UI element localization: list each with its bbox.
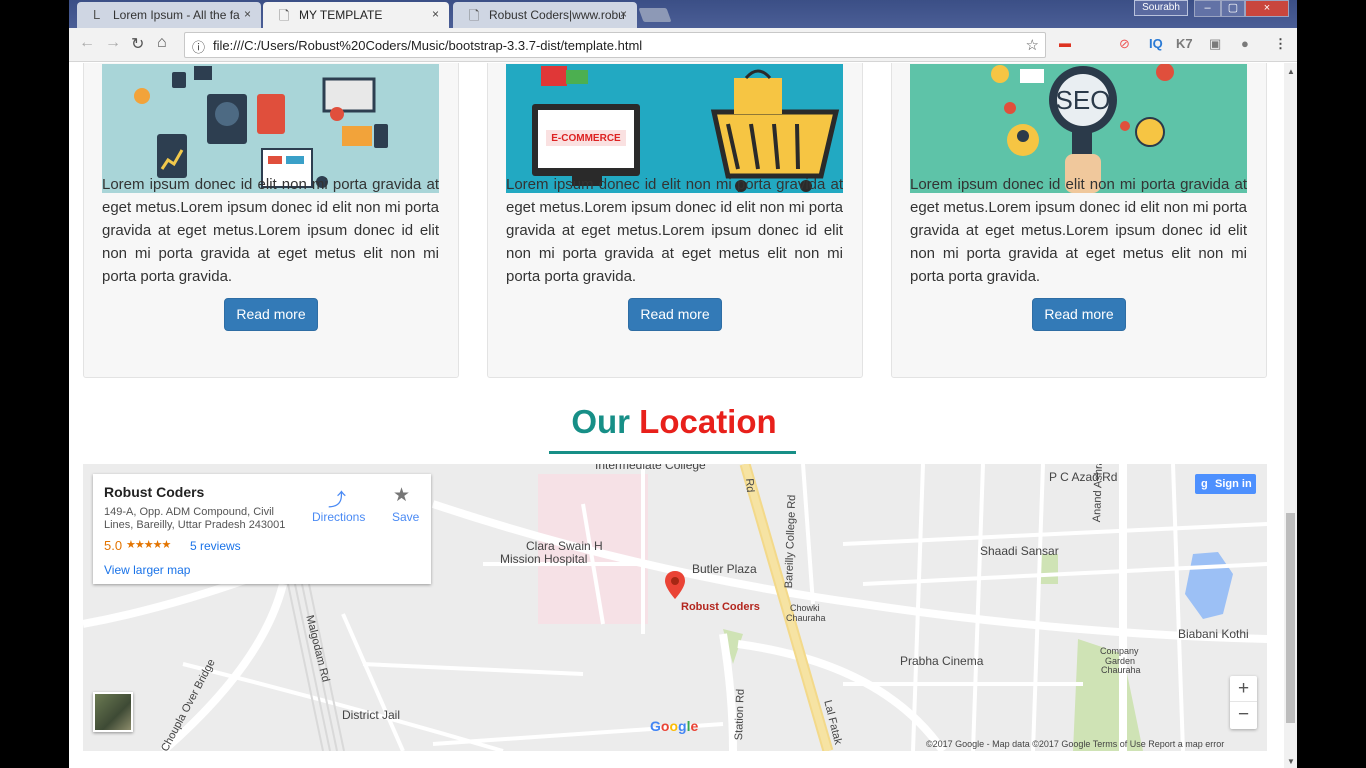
extension-box-icon[interactable]: ▣ — [1209, 36, 1221, 52]
page-scrollbar[interactable]: ▲ ▼ — [1284, 63, 1297, 768]
scroll-up-icon[interactable]: ▲ — [1287, 67, 1295, 76]
service-card: Lorem ipsum donec id elit non mi porta g… — [83, 63, 459, 378]
scrollbar-thumb[interactable] — [1286, 513, 1295, 723]
section-heading: Our Location — [69, 403, 1279, 441]
heading-underline — [549, 451, 796, 454]
extension-car-icon[interactable]: ▬ — [1059, 36, 1071, 50]
new-tab-button[interactable] — [638, 8, 672, 22]
info-icon[interactable]: ⓘ — [192, 37, 205, 56]
google-logo: Google — [650, 718, 699, 734]
seo-banner-text: SEO — [1056, 85, 1111, 115]
scroll-down-icon[interactable]: ▼ — [1287, 757, 1295, 766]
map-label: Intermediate College — [595, 464, 706, 472]
window-user-badge[interactable]: Sourabh — [1134, 0, 1188, 16]
tab-lorem-ipsum[interactable]: L Lorem Ipsum - All the fa × — [77, 2, 261, 28]
close-icon[interactable]: × — [432, 7, 439, 21]
close-icon[interactable]: × — [244, 7, 251, 21]
map-label: Clara Swain H — [526, 539, 603, 553]
map-zoom-control: + − — [1230, 676, 1257, 729]
minimize-button[interactable]: – — [1194, 0, 1221, 17]
read-more-button[interactable]: Read more — [1032, 298, 1126, 331]
page-icon: 🗋 — [279, 8, 290, 23]
map-pin-label: Robust Coders — [681, 601, 760, 613]
star-icon[interactable]: ★ — [393, 484, 410, 507]
tab-label: MY TEMPLATE — [299, 8, 383, 22]
extension-k7-icon[interactable]: K7 — [1176, 36, 1193, 51]
url-text[interactable]: file:///C:/Users/Robust%20Coders/Music/b… — [213, 38, 642, 53]
reload-icon[interactable]: ↻ — [131, 34, 144, 54]
bookmark-star-icon[interactable]: ☆ — [1026, 36, 1039, 54]
tab-my-template[interactable]: 🗋 MY TEMPLATE × — [263, 2, 449, 28]
map-label: P C Azad Rd — [1049, 470, 1118, 484]
page-content: Lorem ipsum donec id elit non mi porta g… — [69, 63, 1284, 768]
map-label: District Jail — [342, 708, 401, 722]
map-label: Company — [1100, 646, 1139, 656]
place-info-card: Robust Coders 149-A, Opp. ADM Compound, … — [93, 474, 431, 584]
extension-globe-icon[interactable]: ● — [1241, 36, 1249, 51]
home-icon[interactable]: ⌂ — [157, 34, 167, 52]
extension-block-icon[interactable]: ⊘ — [1119, 36, 1130, 52]
save-link[interactable]: Save — [392, 510, 419, 524]
map-label: Mission Hospital — [500, 552, 588, 566]
map-attribution: ©2017 Google - Map data ©2017 Google Ter… — [926, 739, 1225, 749]
tab-robust-coders[interactable]: 🗋 Robust Coders|www.robu × — [453, 2, 637, 28]
map-label: Biabani Kothi — [1178, 627, 1249, 641]
browser-window: L Lorem Ipsum - All the fa × 🗋 MY TEMPLA… — [69, 0, 1297, 768]
map-label: Prabha Cinema — [900, 654, 984, 668]
map-label: Chauraha — [786, 613, 826, 623]
page-icon: 🗋 — [469, 8, 480, 23]
tab-label: Lorem Ipsum - All the fa — [113, 8, 240, 22]
heading-word-location: Location — [639, 403, 777, 440]
location-pin-icon[interactable] — [665, 571, 685, 599]
menu-icon[interactable]: ⋮ — [1274, 36, 1287, 52]
zoom-in-button[interactable]: + — [1230, 676, 1257, 702]
embedded-map[interactable]: Intermediate College P C Azad Rd Anand A… — [83, 464, 1267, 751]
heading-word-our: Our — [571, 403, 630, 440]
map-label: Chowki — [790, 603, 820, 613]
close-icon[interactable]: × — [620, 7, 627, 21]
maximize-button[interactable]: ▢ — [1221, 0, 1245, 17]
tab-label: Robust Coders|www.robu — [489, 8, 625, 22]
window-close-button[interactable]: × — [1245, 0, 1289, 17]
extension-iq-icon[interactable]: IQ — [1149, 36, 1163, 51]
map-label: Shaadi Sansar — [980, 544, 1059, 558]
back-icon[interactable]: ← — [79, 34, 95, 52]
forward-icon[interactable]: → — [105, 34, 121, 52]
service-card: SEO Lorem ipsum donec id elit non mi por… — [891, 63, 1267, 378]
sign-in-label: Sign in — [1215, 478, 1252, 490]
address-bar[interactable]: ⓘ file:///C:/Users/Robust%20Coders/Music… — [184, 32, 1046, 58]
map-label: Chauraha — [1101, 665, 1141, 675]
rating-stars-icon: ★★★★★ — [126, 539, 171, 551]
map-label: Butler Plaza — [692, 562, 757, 576]
satellite-view-toggle[interactable] — [93, 692, 133, 732]
place-name: Robust Coders — [104, 484, 205, 500]
map-label: Rd — [743, 478, 756, 493]
service-card: E-COMMERCE Lorem ipsum donec id elit non… — [487, 63, 863, 378]
card-description: Lorem ipsum donec id elit non mi porta g… — [910, 176, 1247, 285]
read-more-button[interactable]: Read more — [224, 298, 318, 331]
tab-favicon: L — [93, 7, 101, 22]
place-rating: 5.0 — [104, 538, 123, 553]
ecommerce-banner-text: E-COMMERCE — [551, 133, 621, 144]
zoom-out-button[interactable]: − — [1230, 703, 1257, 729]
reviews-link[interactable]: 5 reviews — [190, 539, 241, 553]
read-more-button[interactable]: Read more — [628, 298, 722, 331]
tab-bar: L Lorem Ipsum - All the fa × 🗋 MY TEMPLA… — [69, 0, 1297, 28]
card-description: Lorem ipsum donec id elit non mi porta g… — [506, 176, 843, 285]
map-sign-in-button[interactable]: g Sign in — [1195, 474, 1256, 494]
directions-icon[interactable]: ⤴ — [328, 486, 346, 512]
place-address: 149-A, Opp. ADM Compound, Civil Lines, B… — [104, 506, 286, 531]
address-toolbar: ← → ↻ ⌂ ⓘ file:///C:/Users/Robust%20Code… — [69, 28, 1297, 62]
google-plus-icon: g — [1201, 478, 1208, 490]
view-larger-map-link[interactable]: View larger map — [104, 563, 190, 577]
map-label: Station Rd — [733, 688, 747, 741]
directions-link[interactable]: Directions — [312, 510, 365, 524]
card-description: Lorem ipsum donec id elit non mi porta g… — [102, 176, 439, 285]
